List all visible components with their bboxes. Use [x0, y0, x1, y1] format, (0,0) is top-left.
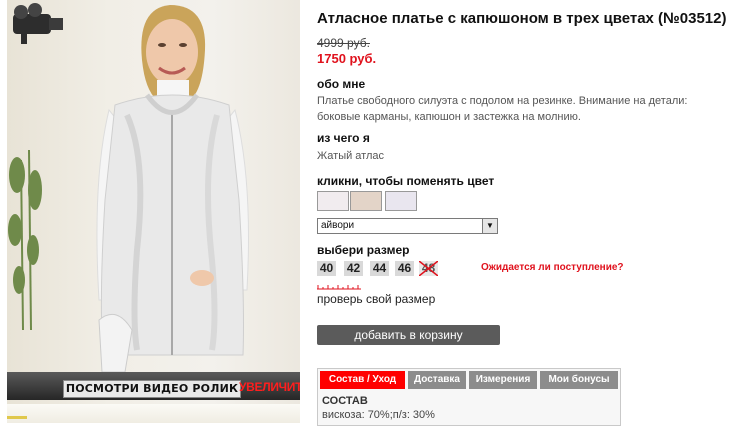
about-heading: обо мне — [317, 77, 366, 91]
tab-composition[interactable]: Состав / Уход — [320, 371, 405, 389]
ruler-icon — [317, 285, 361, 290]
about-text: Платье свободного силуэта с подолом на р… — [317, 95, 688, 123]
product-photo[interactable]: ПОСМОТРИ ВИДЕО РОЛИК УВЕЛИЧИТЬ — [7, 0, 300, 423]
size-48-sold-out: 48 — [419, 261, 438, 276]
chevron-down-icon[interactable]: ▼ — [482, 219, 497, 233]
size-44[interactable]: 44 — [370, 261, 389, 276]
color-select[interactable]: айвори ▼ — [317, 218, 498, 234]
material-text: Жатый атлас — [317, 150, 385, 162]
restock-inquiry-link[interactable]: Ожидается ли поступление? — [481, 262, 624, 273]
tab-bonuses[interactable]: Мои бонусы — [540, 371, 618, 389]
strip-accent — [7, 416, 27, 419]
tab-delivery[interactable]: Доставка — [408, 371, 466, 389]
composition-title: СОСТАВ — [322, 395, 368, 407]
video-camera-icon[interactable] — [7, 0, 65, 46]
color-select-value: айвори — [321, 220, 355, 231]
composition-text: вискоза: 70%;п/з: 30% — [322, 409, 435, 421]
material-heading: из чего я — [317, 131, 370, 145]
color-swatch-3[interactable] — [385, 191, 417, 211]
photo-bottom-strip — [7, 404, 300, 423]
cross-out-icon — [419, 261, 438, 276]
info-tabs: Состав / Уход Доставка Измерения Мои бон… — [317, 368, 621, 426]
color-swatch-2[interactable] — [350, 191, 382, 211]
watch-video-button[interactable]: ПОСМОТРИ ВИДЕО РОЛИК — [63, 380, 241, 398]
size-42[interactable]: 42 — [344, 261, 363, 276]
model-illustration — [8, 5, 249, 373]
color-swatch-1[interactable] — [317, 191, 349, 211]
tab-measurements[interactable]: Измерения — [469, 371, 537, 389]
old-price: 4999 руб. — [317, 36, 370, 50]
product-title: Атласное платье с капюшоном в трех цвета… — [317, 10, 727, 27]
size-heading: выбери размер — [317, 243, 410, 257]
check-size-link[interactable]: проверь свой размер — [317, 292, 435, 306]
zoom-button[interactable]: УВЕЛИЧИТЬ — [239, 376, 300, 398]
color-heading: кликни, чтобы поменять цвет — [317, 174, 495, 188]
size-46[interactable]: 46 — [395, 261, 414, 276]
size-40[interactable]: 40 — [317, 261, 336, 276]
add-to-cart-button[interactable]: добавить в корзину — [317, 325, 500, 345]
new-price: 1750 руб. — [317, 51, 377, 66]
